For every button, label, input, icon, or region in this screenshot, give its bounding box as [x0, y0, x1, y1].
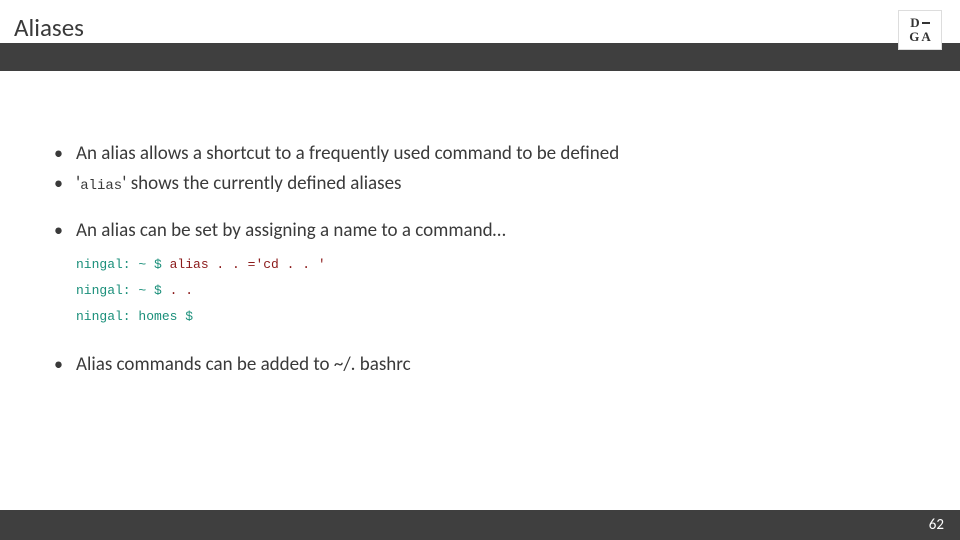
- terminal-line: ningal: homes $: [76, 304, 910, 330]
- terminal-prompt: ningal: ~ $: [76, 257, 170, 272]
- slide-header: Aliases D G A: [0, 0, 960, 71]
- bullet-item: Alias commands can be added to ~/. bashr…: [50, 352, 910, 378]
- bullet-item: 'alias' shows the currently defined alia…: [50, 171, 910, 197]
- logo-letter-d: D: [910, 16, 919, 30]
- logo-letter-g: G: [909, 30, 919, 44]
- terminal-example: ningal: ~ $ alias . . ='cd . . ' ningal:…: [76, 252, 910, 330]
- terminal-command: alias . . ='cd . . ': [170, 257, 326, 272]
- bullet-list: An alias can be set by assigning a name …: [50, 218, 910, 244]
- bullet-text-post: ' shows the currently defined aliases: [122, 172, 401, 195]
- bullet-text: An alias can be set by assigning a name …: [76, 219, 506, 242]
- terminal-prompt: ningal: homes $: [76, 309, 193, 324]
- terminal-line: ningal: ~ $ . .: [76, 278, 910, 304]
- bullet-item: An alias allows a shortcut to a frequent…: [50, 141, 910, 167]
- bullet-item: An alias can be set by assigning a name …: [50, 218, 910, 244]
- terminal-prompt: ningal: ~ $: [76, 283, 170, 298]
- header-bar: [0, 43, 960, 71]
- terminal-line: ningal: ~ $ alias . . ='cd . . ': [76, 252, 910, 278]
- page-number: 62: [929, 516, 944, 534]
- inline-code: alias: [80, 178, 122, 194]
- slide-body: An alias allows a shortcut to a frequent…: [0, 71, 960, 378]
- bullet-text: An alias allows a shortcut to a frequent…: [76, 142, 619, 165]
- terminal-command: . .: [170, 283, 193, 298]
- slide-footer: 62: [0, 510, 960, 540]
- bullet-text: Alias commands can be added to ~/. bashr…: [76, 353, 411, 376]
- slide-title: Aliases: [14, 12, 946, 43]
- logo-letter-a: A: [921, 30, 930, 44]
- bullet-list: Alias commands can be added to ~/. bashr…: [50, 352, 910, 378]
- logo-dash-icon: [922, 22, 930, 24]
- title-area: Aliases: [0, 0, 960, 43]
- logo-badge: D G A: [898, 10, 942, 50]
- bullet-list: An alias allows a shortcut to a frequent…: [50, 141, 910, 196]
